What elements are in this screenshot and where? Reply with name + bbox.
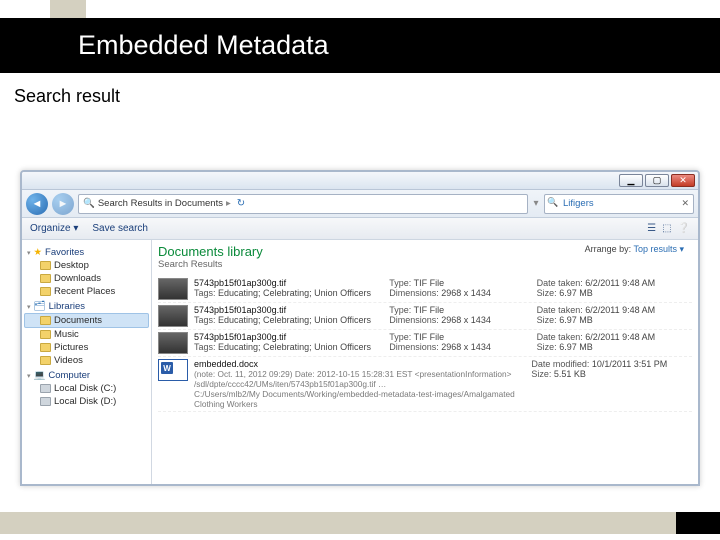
nav-group-favorites[interactable]: ★Favorites: [27, 247, 149, 258]
result-filename: 5743pb15f01ap300g.tif: [194, 332, 373, 342]
nav-group-libraries[interactable]: 🗂Libraries: [27, 301, 149, 312]
address-toolbar: ◄ ► 🔍 Search Results in Documents ▸ ↻ ▾ …: [22, 190, 698, 218]
tif-thumbnail-icon: [158, 278, 188, 300]
nav-group-label: Libraries: [49, 301, 85, 312]
breadcrumb[interactable]: 🔍 Search Results in Documents ▸ ↻: [78, 194, 528, 214]
tif-thumbnail-icon: [158, 305, 188, 327]
library-subtitle: Search Results: [158, 259, 692, 270]
back-button[interactable]: ◄: [26, 193, 48, 215]
view-options-icon[interactable]: ☰: [647, 223, 656, 234]
folder-icon: [40, 330, 51, 339]
navigation-pane: ★Favorites Desktop Downloads Recent Plac…: [22, 240, 152, 484]
folder-icon: [40, 343, 51, 352]
drive-icon: [40, 397, 51, 406]
chevron-right-icon: ▸: [226, 198, 231, 209]
slide-title: Embedded Metadata: [0, 18, 720, 73]
nav-group-label: Computer: [48, 370, 90, 381]
nav-group-label: Favorites: [45, 247, 84, 258]
folder-icon: [40, 316, 51, 325]
history-dropdown-icon[interactable]: ▾: [532, 198, 540, 209]
close-button[interactable]: ✕: [671, 174, 695, 187]
nav-item-videos[interactable]: Videos: [24, 354, 149, 367]
organize-menu[interactable]: Organize ▾: [30, 223, 78, 234]
folder-icon: [40, 261, 51, 270]
result-row[interactable]: 5743pb15f01ap300g.tif Tags: Educating; C…: [158, 330, 692, 357]
explorer-window: ▁ ▢ ✕ ◄ ► 🔍 Search Results in Documents …: [20, 170, 700, 486]
search-input[interactable]: Lifigers ✕: [544, 194, 694, 214]
computer-icon: 💻: [34, 370, 46, 381]
result-row[interactable]: embedded.docx (note: Oct. 11, 2012 09:29…: [158, 357, 692, 412]
nav-item-downloads[interactable]: Downloads: [24, 272, 149, 285]
nav-item-desktop[interactable]: Desktop: [24, 259, 149, 272]
library-icon: 🗂: [34, 301, 46, 312]
arrange-by-dropdown[interactable]: Top results ▾: [633, 244, 684, 254]
save-search-button[interactable]: Save search: [92, 223, 148, 234]
result-snippet: (note: Oct. 11, 2012 09:29) Date: 2012-1…: [194, 369, 515, 389]
nav-item-music[interactable]: Music: [24, 328, 149, 341]
content-pane: Documents library Search Results Arrange…: [152, 240, 698, 484]
slide-accent-top: [50, 0, 86, 18]
arrange-by: Arrange by: Top results ▾: [585, 244, 684, 255]
search-term: Lifigers: [563, 198, 594, 209]
result-row[interactable]: 5743pb15f01ap300g.tif Tags: Educating; C…: [158, 303, 692, 330]
forward-button[interactable]: ►: [52, 193, 74, 215]
nav-item-pictures[interactable]: Pictures: [24, 341, 149, 354]
preview-pane-icon[interactable]: ⬚: [662, 223, 671, 234]
help-icon[interactable]: ❔: [678, 223, 690, 234]
search-scope-icon: 🔍: [83, 198, 95, 209]
tif-thumbnail-icon: [158, 332, 188, 354]
maximize-button[interactable]: ▢: [645, 174, 669, 187]
result-row[interactable]: 5743pb15f01ap300g.tif Tags: Educating; C…: [158, 276, 692, 303]
slide-subtitle: Search result: [14, 86, 120, 107]
clear-search-button[interactable]: ✕: [681, 198, 689, 209]
folder-icon: [40, 356, 51, 365]
nav-item-recent-places[interactable]: Recent Places: [24, 285, 149, 298]
result-filename: 5743pb15f01ap300g.tif: [194, 278, 373, 288]
breadcrumb-text: Search Results in Documents: [98, 198, 223, 209]
nav-item-drive-d[interactable]: Local Disk (D:): [24, 395, 149, 408]
command-bar: Organize ▾ Save search ☰ ⬚ ❔: [22, 218, 698, 240]
drive-icon: [40, 384, 51, 393]
folder-icon: [40, 287, 51, 296]
folder-icon: [40, 274, 51, 283]
minimize-button[interactable]: ▁: [619, 174, 643, 187]
window-titlebar: ▁ ▢ ✕: [22, 172, 698, 190]
refresh-button[interactable]: ↻: [234, 198, 248, 209]
nav-item-documents[interactable]: Documents: [24, 313, 149, 328]
nav-item-drive-c[interactable]: Local Disk (C:): [24, 382, 149, 395]
result-path: C:/Users/mlb2/My Documents/Working/embed…: [194, 389, 515, 409]
docx-thumbnail-icon: [158, 359, 188, 381]
slide-accent-bottom: [0, 512, 720, 534]
result-filename: 5743pb15f01ap300g.tif: [194, 305, 373, 315]
nav-group-computer[interactable]: 💻Computer: [27, 370, 149, 381]
result-filename: embedded.docx: [194, 359, 515, 369]
star-icon: ★: [34, 247, 43, 258]
